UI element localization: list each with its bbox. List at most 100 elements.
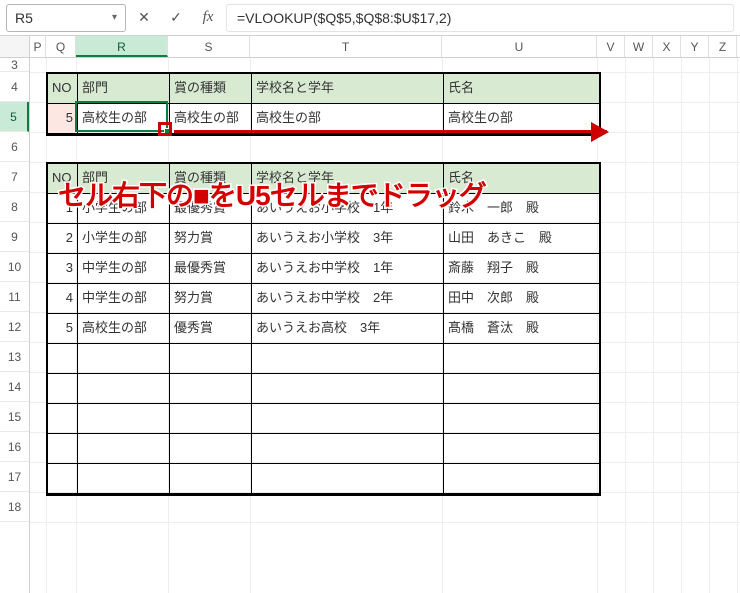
cell[interactable] [252,404,444,434]
col-header-T[interactable]: T [250,36,442,57]
cell[interactable]: 最優秀賞 [170,254,252,284]
cell[interactable]: 努力賞 [170,284,252,314]
row-header-8[interactable]: 8 [0,192,29,222]
table-row: 2小学生の部努力賞あいうえお小学校 3年山田 あきこ 殿 [48,224,599,254]
cell[interactable] [252,374,444,404]
table-top: NO 部門 賞の種類 学校名と学年 氏名 5 高校生の部 高校生の部 高校生の部… [46,72,601,136]
annotation-text: セル右下の■をU5セルまでドラッグ [58,174,486,214]
cell[interactable] [78,404,170,434]
row-header-12[interactable]: 12 [0,312,29,342]
cell[interactable]: 2 [48,224,78,254]
cell[interactable]: 斎藤 翔子 殿 [444,254,599,284]
col-header-Z[interactable]: Z [709,36,737,57]
fx-icon[interactable]: fx [194,4,222,32]
col-header-R[interactable]: R [76,36,168,57]
row-header-9[interactable]: 9 [0,222,29,252]
cell[interactable]: あいうえお中学校 2年 [252,284,444,314]
table-row [48,344,599,374]
col-header-P[interactable]: P [30,36,46,57]
row-header-11[interactable]: 11 [0,282,29,312]
row-header-16[interactable]: 16 [0,432,29,462]
cell[interactable] [78,344,170,374]
cell[interactable]: 賞の種類 [170,74,252,104]
cell[interactable] [78,464,170,494]
cell[interactable] [170,374,252,404]
chevron-down-icon[interactable]: ▾ [112,12,117,23]
cell[interactable]: 5 [48,314,78,344]
cell[interactable] [252,434,444,464]
row-header-15[interactable]: 15 [0,402,29,432]
formula-text: =VLOOKUP($Q$5,$Q$8:$U$17,2) [237,10,451,26]
cell[interactable]: 高校生の部 [78,314,170,344]
cell[interactable] [444,404,599,434]
row-header-17[interactable]: 17 [0,462,29,492]
cell[interactable] [444,434,599,464]
cell[interactable]: 田中 次郎 殿 [444,284,599,314]
formula-bar: R5 ▾ ✕ ✓ fx =VLOOKUP($Q$5,$Q$8:$U$17,2) [0,0,740,36]
column-headers: PQRSTUVWXYZ [0,36,740,58]
col-header-U[interactable]: U [442,36,597,57]
table-row [48,374,599,404]
col-header-Y[interactable]: Y [681,36,709,57]
table-row: 3中学生の部最優秀賞あいうえお中学校 1年斎藤 翔子 殿 [48,254,599,284]
cell[interactable] [170,464,252,494]
cell[interactable] [444,374,599,404]
cell[interactable]: 高校生の部 [78,104,170,134]
table-row [48,404,599,434]
cell[interactable] [170,404,252,434]
cell[interactable]: 3 [48,254,78,284]
formula-input[interactable]: =VLOOKUP($Q$5,$Q$8:$U$17,2) [226,4,734,32]
cell[interactable]: あいうえお中学校 1年 [252,254,444,284]
cell[interactable]: 中学生の部 [78,254,170,284]
cell[interactable] [78,374,170,404]
cell[interactable] [48,344,78,374]
col-header-W[interactable]: W [625,36,653,57]
cancel-icon[interactable]: ✕ [130,4,158,32]
col-header-X[interactable]: X [653,36,681,57]
col-header-Q[interactable]: Q [46,36,76,57]
cell[interactable]: あいうえお高校 3年 [252,314,444,344]
row-header-10[interactable]: 10 [0,252,29,282]
cell[interactable] [252,464,444,494]
cell[interactable]: 4 [48,284,78,314]
cell[interactable] [48,464,78,494]
col-header-S[interactable]: S [168,36,250,57]
cell[interactable] [252,344,444,374]
cell[interactable] [170,344,252,374]
select-all-corner[interactable] [0,36,30,57]
row-header-14[interactable]: 14 [0,372,29,402]
row-header-13[interactable]: 13 [0,342,29,372]
cell[interactable]: 中学生の部 [78,284,170,314]
cell[interactable]: 優秀賞 [170,314,252,344]
annotation-arrow [174,130,607,133]
table-row [48,434,599,464]
cell[interactable] [48,374,78,404]
cell[interactable]: 5 [48,104,78,134]
accept-icon[interactable]: ✓ [162,4,190,32]
row-header-4[interactable]: 4 [0,72,29,102]
name-box[interactable]: R5 ▾ [6,4,126,32]
cell[interactable]: NO [48,74,78,104]
cell[interactable]: 髙橋 蒼汰 殿 [444,314,599,344]
cell[interactable] [444,464,599,494]
cell[interactable]: 小学生の部 [78,224,170,254]
cell[interactable] [78,434,170,464]
cell[interactable] [48,434,78,464]
cells-area[interactable]: NO 部門 賞の種類 学校名と学年 氏名 5 高校生の部 高校生の部 高校生の部… [30,58,740,593]
cell[interactable]: 氏名 [444,74,599,104]
cell[interactable]: 努力賞 [170,224,252,254]
cell[interactable]: 部門 [78,74,170,104]
cell[interactable] [170,434,252,464]
cell[interactable] [444,344,599,374]
col-header-V[interactable]: V [597,36,625,57]
row-headers: 3456789101112131415161718 [0,58,30,593]
row-header-7[interactable]: 7 [0,162,29,192]
cell[interactable]: 山田 あきこ 殿 [444,224,599,254]
row-header-6[interactable]: 6 [0,132,29,162]
row-header-18[interactable]: 18 [0,492,29,522]
cell[interactable]: あいうえお小学校 3年 [252,224,444,254]
cell[interactable] [48,404,78,434]
row-header-5[interactable]: 5 [0,102,29,132]
row-header-3[interactable]: 3 [0,58,29,72]
cell[interactable]: 学校名と学年 [252,74,444,104]
